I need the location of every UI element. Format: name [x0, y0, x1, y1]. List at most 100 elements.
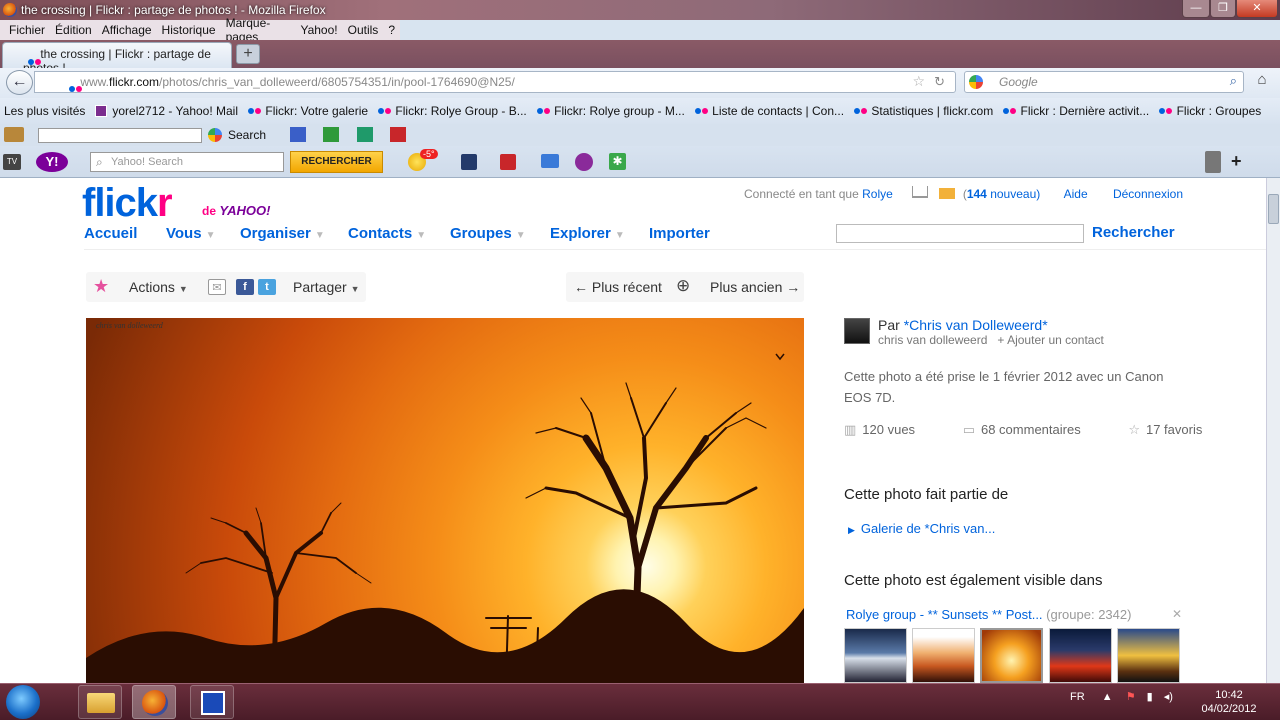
addon-icon[interactable] — [4, 127, 24, 142]
nav-explorer[interactable]: Explorer ▼ — [550, 225, 625, 242]
bookmark-star-icon[interactable]: ☆ — [912, 73, 925, 90]
bookmark-yahoo-mail[interactable]: yorel2712 - Yahoo! Mail — [95, 104, 238, 118]
bookmark-contacts[interactable]: Liste de contacts | Con... — [694, 104, 844, 118]
close-icon[interactable]: ✕ — [1172, 607, 1182, 621]
mail-icon[interactable] — [939, 188, 956, 199]
nav-accueil[interactable]: Accueil — [84, 225, 137, 242]
menu-yahoo[interactable]: Yahoo! — [295, 23, 342, 37]
group-thumbnail[interactable] — [912, 628, 975, 683]
menu-fichier[interactable]: Fichier — [4, 23, 50, 37]
main-photo[interactable] — [86, 318, 804, 683]
owner-avatar[interactable] — [844, 318, 870, 344]
group-thumbnail[interactable] — [844, 628, 907, 683]
group-thumbnail[interactable] — [1049, 628, 1112, 683]
favorites-stat[interactable]: ☆ 17 favoris — [1128, 422, 1224, 437]
home-button[interactable]: ⌂ — [1250, 71, 1274, 93]
messenger-icon[interactable] — [575, 153, 593, 171]
bookmark-stats[interactable]: Statistiques | flickr.com — [854, 104, 993, 118]
addon-green-icon[interactable] — [323, 127, 339, 142]
add-contact-link[interactable]: + Ajouter un contact — [997, 333, 1103, 347]
scrollbar-thumb[interactable] — [1268, 194, 1279, 224]
new-mail-count[interactable]: 144 — [967, 187, 987, 201]
addon-dropdown[interactable] — [38, 128, 202, 143]
comments-stat[interactable]: ▭ 68 commentaires — [963, 422, 1103, 437]
logout-link[interactable]: Déconnexion — [1113, 187, 1183, 201]
addon-red-icon[interactable] — [390, 127, 406, 142]
newer-photo-link[interactable]: ← Plus récent — [574, 279, 662, 295]
group-thumbnail[interactable] — [1117, 628, 1180, 683]
menu-outils[interactable]: Outils — [343, 23, 384, 37]
twitter-icon[interactable]: t — [258, 279, 276, 295]
start-button[interactable] — [6, 685, 40, 719]
addon-teal-icon[interactable] — [357, 127, 373, 142]
maximize-button[interactable]: ❐ — [1210, 0, 1236, 18]
nav-organiser[interactable]: Organiser ▼ — [240, 225, 325, 242]
language-indicator[interactable]: FR — [1070, 691, 1085, 703]
bookmark-rolye-b[interactable]: Flickr: Rolye Group - B... — [378, 104, 527, 118]
facebook-icon[interactable]: f — [236, 279, 254, 295]
addon-search-button[interactable]: Search — [228, 128, 266, 142]
yahoo-search-input[interactable]: ⌕ Yahoo! Search — [90, 152, 284, 172]
menu-affichage[interactable]: Affichage — [97, 23, 157, 37]
video-icon[interactable] — [461, 154, 477, 170]
app-taskbar-button[interactable] — [190, 685, 234, 719]
flag-icon[interactable]: ⚑ — [1126, 691, 1136, 703]
yahoo-logo-icon[interactable]: Y! — [36, 152, 68, 172]
firefox-taskbar-button[interactable] — [132, 685, 176, 719]
url-bar[interactable]: www.flickr.com/photos/chris_van_dollewee… — [34, 71, 956, 93]
flickr-search-button[interactable]: Rechercher — [1092, 224, 1175, 241]
bookmark-most-visited[interactable]: Les plus visités — [4, 104, 85, 118]
new-mail-label[interactable]: nouveau) — [990, 187, 1040, 201]
gallery-link[interactable]: ▶ Galerie de *Chris van... — [848, 521, 995, 536]
cart-icon[interactable] — [912, 186, 929, 198]
owner-username[interactable]: chris van dolleweerd — [878, 333, 987, 347]
favorite-star-icon[interactable]: ★ — [93, 276, 109, 297]
username-link[interactable]: Rolye — [862, 187, 893, 201]
addon-blue-icon[interactable] — [290, 127, 306, 142]
menu-help[interactable]: ? — [383, 23, 400, 37]
addons-icon[interactable]: ✱ — [609, 153, 626, 170]
group-thumbnail[interactable] — [980, 628, 1043, 683]
menu-edition[interactable]: Édition — [50, 23, 97, 37]
zoom-icon[interactable]: ⊕ — [676, 276, 690, 296]
flickr-logo[interactable]: flickr — [82, 181, 173, 225]
owner-link[interactable]: *Chris van Dolleweerd* — [904, 317, 1048, 333]
yahoo-search-button[interactable]: RECHERCHER — [290, 151, 383, 173]
tab-active[interactable]: the crossing | Flickr : partage de photo… — [2, 42, 232, 75]
email-share-icon[interactable]: ✉ — [208, 279, 226, 295]
minimize-button[interactable]: — — [1182, 0, 1210, 18]
bookmark-rolye-m[interactable]: Flickr: Rolye group - M... — [536, 104, 685, 118]
new-tab-button[interactable]: + — [236, 44, 260, 64]
tv-icon[interactable]: TV — [3, 154, 21, 170]
web-search-input[interactable]: Google ⌕ — [964, 71, 1244, 93]
mail-icon[interactable] — [541, 154, 559, 168]
group-link[interactable]: Rolye group - ** Sunsets ** Post... (gro… — [846, 607, 1131, 622]
bookmarks-toolbar: Les plus visités yorel2712 - Yahoo! Mail… — [0, 98, 1280, 124]
bookmark-groups[interactable]: Flickr : Groupes — [1159, 104, 1261, 118]
actions-menu[interactable]: Actions ▼ — [129, 279, 188, 295]
menu-historique[interactable]: Historique — [157, 23, 221, 37]
reload-icon[interactable]: ↻ — [934, 74, 945, 90]
nav-vous[interactable]: Vous ▼ — [166, 225, 215, 242]
taskbar-clock[interactable]: 10:42 04/02/2012 — [1196, 688, 1262, 716]
show-hidden-icons-icon[interactable]: ▲ — [1102, 691, 1113, 703]
nav-contacts[interactable]: Contacts ▼ — [348, 225, 426, 242]
bookmark-flickr-gallery[interactable]: Flickr: Votre galerie — [248, 104, 368, 118]
network-icon[interactable]: ▮ — [1147, 691, 1153, 703]
bookmark-activity[interactable]: Flickr : Dernière activit... — [1003, 104, 1149, 118]
explorer-taskbar-button[interactable] — [78, 685, 122, 719]
nav-importer[interactable]: Importer — [649, 225, 710, 242]
sidebar-toggle-icon[interactable] — [1205, 151, 1221, 173]
volume-icon[interactable]: ◂) — [1164, 691, 1173, 703]
page-scrollbar[interactable] — [1266, 178, 1280, 683]
nav-groupes[interactable]: Groupes ▼ — [450, 225, 526, 242]
record-icon[interactable] — [500, 154, 516, 170]
flickr-search-input[interactable] — [836, 224, 1084, 243]
help-link[interactable]: Aide — [1064, 187, 1088, 201]
close-button[interactable]: ✕ — [1236, 0, 1278, 18]
back-button[interactable]: ← — [6, 70, 33, 95]
older-photo-link[interactable]: Plus ancien → — [710, 279, 800, 295]
search-icon[interactable]: ⌕ — [1230, 73, 1237, 89]
add-icon[interactable]: + — [1231, 151, 1242, 172]
share-menu[interactable]: Partager ▼ — [293, 279, 360, 295]
